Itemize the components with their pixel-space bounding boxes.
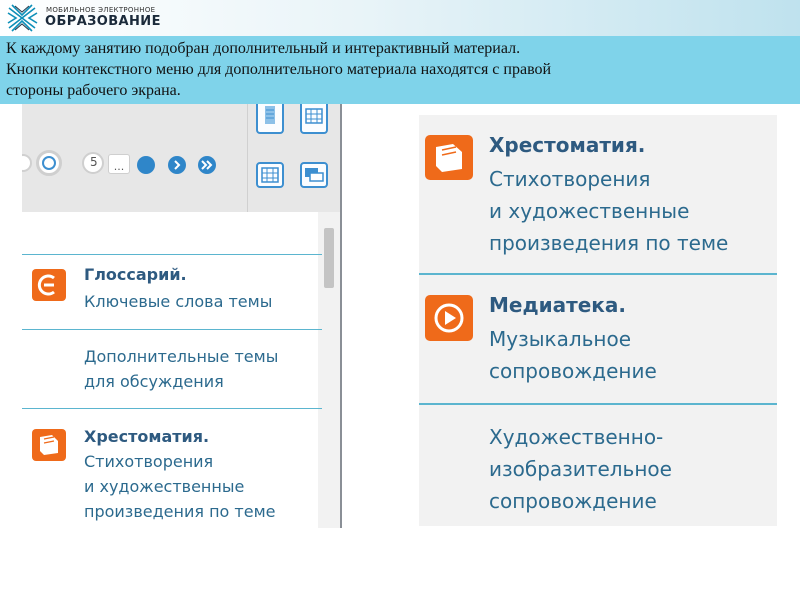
- description-text: К каждому занятию подобран дополнительны…: [6, 38, 786, 101]
- glossary-icon: [32, 269, 66, 301]
- art-line-2: изобразительное: [489, 457, 672, 481]
- ellipsis-button[interactable]: ...: [108, 154, 130, 174]
- media-title: Медиатека.: [489, 293, 626, 317]
- menu-item-glossary[interactable]: Глоссарий. Ключевые слова темы: [22, 255, 322, 329]
- logo-knot-icon: [7, 4, 38, 32]
- glossary-subtitle: Ключевые слова темы: [84, 292, 273, 311]
- next-page-button[interactable]: [168, 156, 186, 174]
- glossary-title: Глоссарий.: [84, 265, 187, 284]
- prev-page-button[interactable]: [22, 154, 32, 172]
- reader-title: Хрестоматия.: [84, 427, 210, 446]
- current-page-dot[interactable]: [137, 156, 155, 174]
- player-toolbar: 5 ...: [22, 104, 340, 212]
- toolbar-divider: [247, 104, 248, 212]
- menu-item-reader-large[interactable]: Хрестоматия. Стихотворения и художествен…: [419, 115, 777, 273]
- extra-topics-line-2: для обсуждения: [84, 372, 224, 391]
- reader-large-title: Хрестоматия.: [489, 133, 646, 157]
- art-line-1: Художественно-: [489, 425, 664, 449]
- description-line-3: стороны рабочего экрана.: [6, 82, 181, 99]
- media-line-2: сопровождение: [489, 359, 657, 383]
- art-line-3: сопровождение: [489, 489, 657, 513]
- logo-line-2: ОБРАЗОВАНИЕ: [45, 14, 161, 29]
- reader-line-2: и художественные: [84, 477, 245, 496]
- reader-large-line-3: произведения по теме: [489, 231, 729, 255]
- last-page-button[interactable]: [198, 156, 216, 174]
- menu-item-reader[interactable]: Хрестоматия. Стихотворения и художествен…: [22, 409, 322, 528]
- chat-icon[interactable]: [300, 162, 328, 188]
- reader-large-line-1: Стихотворения: [489, 167, 651, 191]
- menu-item-media[interactable]: Медиатека. Музыкальное сопровождение: [419, 275, 777, 403]
- reader-line-3: произведения по теме: [84, 502, 276, 521]
- book-icon: [32, 429, 66, 461]
- scrollbar-thumb[interactable]: [324, 228, 334, 288]
- reader-line-1: Стихотворения: [84, 452, 214, 471]
- table-icon[interactable]: [300, 104, 328, 134]
- reader-large-line-2: и художественные: [489, 199, 690, 223]
- play-icon: [425, 295, 473, 341]
- grid-icon[interactable]: [256, 162, 284, 188]
- double-chevron-right-icon: [201, 160, 213, 170]
- chevron-right-icon: [174, 160, 181, 170]
- page-number-label: 5: [90, 155, 98, 169]
- header: МОБИЛЬНОЕ ЭЛЕКТРОННОЕ ОБРАЗОВАНИЕ: [0, 0, 800, 36]
- media-line-1: Музыкальное: [489, 327, 632, 351]
- document-icon[interactable]: [256, 104, 284, 134]
- panel-border: [340, 104, 342, 528]
- menu-item-extra-topics[interactable]: Дополнительные темы для обсуждения: [22, 330, 322, 408]
- menu-item-art[interactable]: Художественно- изобразительное сопровожд…: [419, 405, 777, 526]
- description-line-2: Кнопки контекстного меню для дополнитель…: [6, 61, 552, 78]
- extra-topics-line-1: Дополнительные темы: [84, 347, 279, 366]
- book-icon: [425, 135, 473, 180]
- description-line-1: К каждому занятию подобран дополнительны…: [6, 40, 521, 57]
- page-number-button[interactable]: 5: [82, 152, 104, 174]
- logo-line-1: МОБИЛЬНОЕ ЭЛЕКТРОННОЕ: [46, 6, 156, 14]
- right-menu-panel: Хрестоматия. Стихотворения и художествен…: [419, 115, 777, 526]
- ellipsis-label: ...: [113, 160, 125, 173]
- left-menu-panel: 5 ... Глоссарий. Ключевые слова темы Доп…: [22, 104, 342, 528]
- page-indicator-button[interactable]: [36, 150, 62, 176]
